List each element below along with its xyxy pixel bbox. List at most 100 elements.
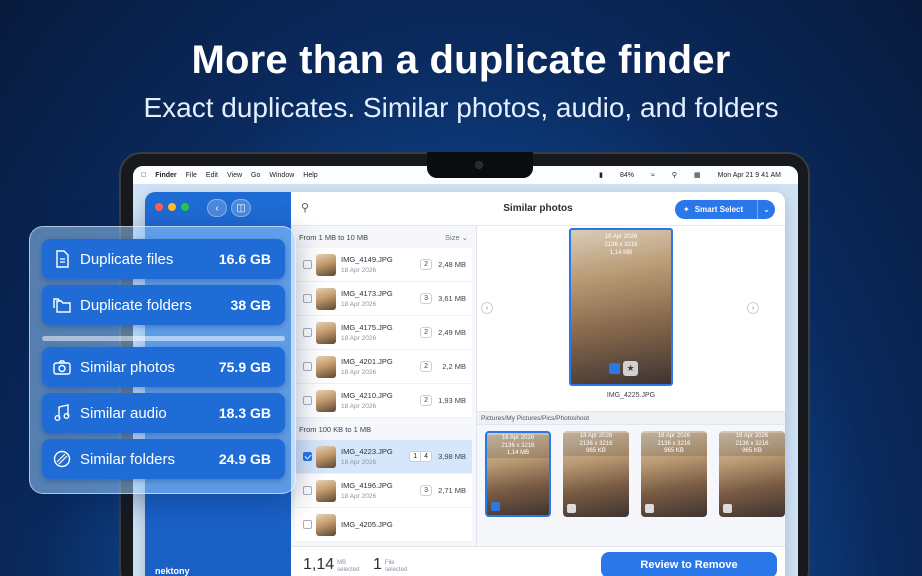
wifi-icon[interactable]: ≈ xyxy=(651,172,655,179)
photo-thumbnail xyxy=(316,321,336,344)
menu-help[interactable]: Help xyxy=(303,172,317,179)
camera-icon xyxy=(475,161,483,169)
sort-label: Size xyxy=(445,232,460,242)
gallery-checkbox[interactable] xyxy=(723,504,732,513)
category-duplicate-folders[interactable]: Duplicate folders 38 GB xyxy=(42,285,285,325)
photo-thumbnail xyxy=(316,389,336,412)
brand-logo: nektony xyxy=(155,566,190,576)
review-to-remove-button[interactable]: Review to Remove xyxy=(601,552,777,576)
preview-checkbox[interactable] xyxy=(609,363,620,374)
window-controls xyxy=(155,203,189,211)
list-item[interactable]: IMG_4173.JPG 18 Apr 2026 3 3,61 MB xyxy=(295,282,472,316)
preview-image[interactable]: 18 Apr 2026 2136 x 3216 1,14 MB ★ xyxy=(569,228,673,386)
row-checkbox[interactable] xyxy=(303,486,312,495)
category-similar-audio[interactable]: Similar audio 18.3 GB xyxy=(42,393,285,433)
camera-notch xyxy=(427,152,533,178)
gallery-checkbox[interactable] xyxy=(567,504,576,513)
menu-go[interactable]: Go xyxy=(251,172,260,179)
star-icon[interactable]: ★ xyxy=(623,361,638,376)
photo-preview: ‹ 18 Apr 2026 2136 x 3216 1,14 MB ★ IMG_… xyxy=(477,226,785,411)
menu-file[interactable]: File xyxy=(186,172,197,179)
category-similar-photos[interactable]: Similar photos 75.9 GB xyxy=(42,347,285,387)
battery-icon[interactable]: ▮ xyxy=(599,171,603,179)
row-checkbox[interactable] xyxy=(303,294,312,303)
subheadline: Exact duplicates. Similar photos, audio,… xyxy=(143,92,779,123)
list-item[interactable]: IMG_4201.JPG 18 Apr 2026 2 2,2 MB xyxy=(295,350,472,384)
file-name: IMG_4210.JPG xyxy=(341,391,393,400)
close-window-button[interactable] xyxy=(155,203,163,211)
menu-finder[interactable]: Finder xyxy=(155,172,176,179)
selected-files-unit: File xyxy=(384,560,395,566)
gallery-item[interactable]: 18 Apr 2026 2136 x 3216 965 KB xyxy=(641,431,707,517)
smart-select-button[interactable]: ✦ Smart Select ⌄ xyxy=(675,200,775,219)
duplicate-count: 2 xyxy=(420,259,432,270)
headline: More than a duplicate finder xyxy=(191,38,731,82)
similar-folders-icon xyxy=(52,449,72,469)
folders-icon xyxy=(52,295,72,315)
list-item[interactable]: IMG_4175.JPG 18 Apr 2026 2 2,49 MB xyxy=(295,316,472,350)
categories-panel: Duplicate files 16.6 GB Duplicate folder… xyxy=(29,226,296,494)
gallery-item[interactable]: 18 Apr 2026 2136 x 3216 965 KB xyxy=(563,431,629,517)
chevron-down-icon[interactable]: ⌄ xyxy=(757,200,775,219)
battery-percent: 84% xyxy=(619,171,634,179)
row-checkbox[interactable] xyxy=(303,362,312,371)
menu-window[interactable]: Window xyxy=(269,172,294,179)
gallery-item[interactable]: 18 Apr 2026 2136 x 3216 965 KB xyxy=(719,431,785,517)
gallery-date: 18 Apr 2026 xyxy=(735,433,769,439)
sidebar-toggle-icon[interactable]: ◫ xyxy=(231,199,251,217)
search-menubar-icon[interactable]: ⚲ xyxy=(672,171,677,179)
row-checkbox[interactable] xyxy=(303,520,312,529)
gallery-checkbox[interactable] xyxy=(491,502,500,511)
list-item[interactable]: IMG_4205.JPG xyxy=(295,508,472,542)
file-name: IMG_4173.JPG xyxy=(341,289,393,298)
file-name: IMG_4223.JPG xyxy=(341,447,393,456)
selected-files-caption: File selected xyxy=(385,560,407,574)
row-checkbox[interactable] xyxy=(303,452,312,461)
row-checkbox[interactable] xyxy=(303,396,312,405)
file-size: 2,2 MB xyxy=(442,362,466,371)
file-name: IMG_4175.JPG xyxy=(341,323,393,332)
gallery-info: 18 Apr 2026 2136 x 3216 965 KB xyxy=(641,433,707,456)
gallery-size: 965 KB xyxy=(742,448,762,454)
list-item[interactable]: IMG_4196.JPG 18 Apr 2026 3 2,71 MB xyxy=(295,474,472,508)
file-date: 18 Apr 2026 xyxy=(341,335,377,342)
back-button[interactable]: ‹ xyxy=(207,199,227,217)
file-date: 18 Apr 2026 xyxy=(341,369,377,376)
zoom-window-button[interactable] xyxy=(181,203,189,211)
row-checkbox[interactable] xyxy=(303,328,312,337)
duplicate-count: 3 xyxy=(420,293,432,304)
sort-dropdown[interactable]: Size ⌄ xyxy=(445,233,468,242)
gallery-info: 18 Apr 2026 2136 x 3216 965 KB xyxy=(563,433,629,456)
camera-icon xyxy=(52,357,72,377)
file-size: 2,48 MB xyxy=(438,260,466,269)
gallery-checkbox[interactable] xyxy=(645,504,654,513)
selected-size-label: selected xyxy=(337,567,360,573)
menu-view[interactable]: View xyxy=(227,172,242,179)
gallery-item[interactable]: 18 Apr 2026 2136 x 3216 1,14 MB xyxy=(485,431,551,517)
apple-menu-icon[interactable]:  xyxy=(141,172,146,179)
category-size: 38 GB xyxy=(230,297,271,313)
list-item-selected[interactable]: IMG_4223.JPG 18 Apr 2026 14 3,98 MB xyxy=(295,440,472,474)
control-center-icon[interactable]: ▦ xyxy=(694,171,701,179)
category-duplicate-files[interactable]: Duplicate files 16.6 GB xyxy=(42,239,285,279)
category-size: 16.6 GB xyxy=(218,251,271,267)
list-item[interactable]: IMG_4210.JPG 18 Apr 2026 2 1,93 MB xyxy=(295,384,472,418)
gallery-dims: 2136 x 3216 xyxy=(579,440,613,447)
chevron-left-icon[interactable]: ‹ xyxy=(481,302,493,314)
footer-bar: 1,14 MB selected 1 File selected Review to… xyxy=(291,546,785,576)
category-similar-folders[interactable]: Similar folders 24.9 GB xyxy=(42,439,285,479)
selected-size-stat: 1,14 MB selected xyxy=(303,556,360,574)
row-checkbox[interactable] xyxy=(303,260,312,269)
photo-thumbnail xyxy=(316,513,336,536)
selected-size-unit: MB xyxy=(337,560,347,566)
toolbar: ⚲ Similar photos ✦ Smart Select ⌄ xyxy=(291,192,785,226)
minimize-window-button[interactable] xyxy=(168,203,176,211)
preview-info: 18 Apr 2026 2136 x 3216 1,14 MB xyxy=(571,233,671,257)
duplicate-count: 3 xyxy=(420,485,432,496)
selected-count: 1 xyxy=(409,451,422,462)
selected-files-label: selected xyxy=(384,567,408,573)
chevron-right-icon[interactable]: › xyxy=(747,302,759,314)
menu-edit[interactable]: Edit xyxy=(206,172,218,179)
photo-thumbnail xyxy=(316,253,336,276)
list-item[interactable]: IMG_4149.JPG 18 Apr 2026 2 2,48 MB xyxy=(295,248,472,282)
